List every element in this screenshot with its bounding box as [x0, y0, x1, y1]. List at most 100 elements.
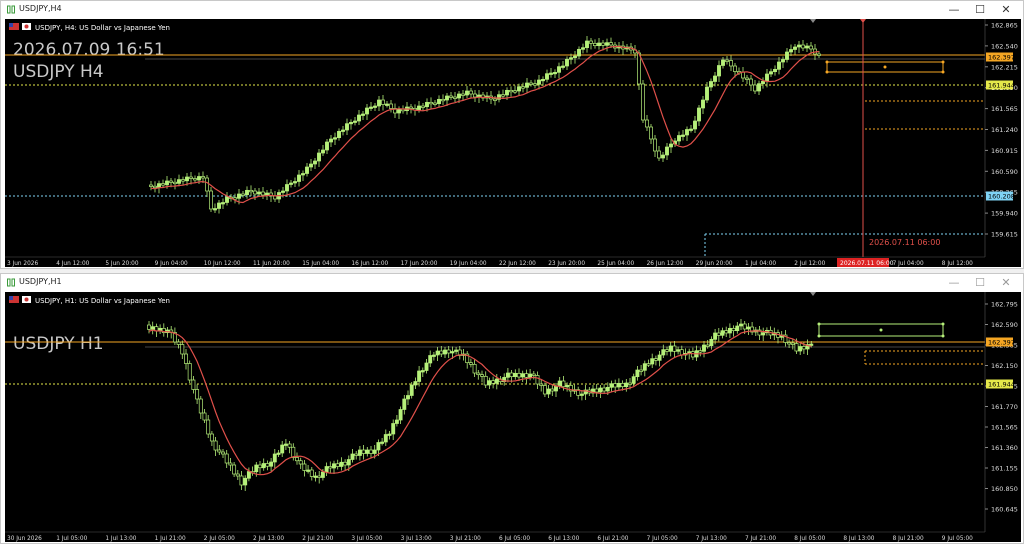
candle-body: [735, 325, 740, 332]
candle-body: [346, 459, 351, 466]
candle-body: [249, 189, 253, 193]
candle-body: [157, 183, 161, 188]
chart-shift-marker-icon[interactable]: [810, 292, 816, 296]
zone-handle[interactable]: [883, 65, 887, 69]
zone-handle[interactable]: [941, 322, 945, 326]
candle-body: [639, 369, 644, 372]
candle-body: [328, 466, 333, 469]
candle-body: [705, 86, 709, 101]
chart-canvas-h1[interactable]: USDJPY, H1: US Dollar vs Japanese Yen US…: [5, 292, 1021, 542]
candle-body: [753, 84, 757, 92]
candle-body: [446, 349, 451, 354]
symbol-flag-icon: [9, 296, 31, 303]
chart-window-h4[interactable]: USDJPY,H4 — ☐ ✕ USDJPY, H4: US Dollar vs…: [0, 0, 1024, 269]
candle-body: [561, 65, 565, 68]
zone-handle[interactable]: [941, 334, 945, 338]
candle-body: [637, 52, 641, 85]
price-axis-label: 160.915: [991, 147, 1018, 155]
symbol-flag-icon: [9, 23, 31, 30]
candle-body: [517, 86, 521, 92]
minimize-button[interactable]: —: [943, 276, 965, 290]
candle-body: [389, 103, 393, 109]
candle-body: [468, 362, 473, 365]
candle-body: [272, 453, 277, 463]
candle-body: [709, 81, 713, 88]
candle-body: [317, 475, 322, 478]
zone-handle[interactable]: [825, 60, 829, 64]
candle-body: [309, 469, 314, 477]
candle-body: [313, 475, 318, 478]
price-axis[interactable]: [985, 292, 1021, 542]
candle-body: [237, 193, 241, 199]
zone-handle[interactable]: [817, 322, 821, 326]
candle-body: [649, 126, 653, 140]
close-button[interactable]: ✕: [995, 276, 1017, 290]
candle-body: [557, 66, 561, 73]
candle-body: [221, 202, 225, 205]
candle-body: [668, 345, 673, 352]
chart-window-icon: [7, 5, 15, 14]
candle-body: [635, 369, 640, 378]
candle-body: [376, 442, 381, 451]
candle-body: [577, 48, 581, 57]
close-button[interactable]: ✕: [995, 3, 1017, 17]
price-chart-h1[interactable]: USDJPY, H1: US Dollar vs Japanese Yen US…: [5, 292, 1021, 542]
price-axis-label: 159.615: [991, 231, 1018, 239]
candle-body: [573, 55, 577, 59]
price-chart-h4[interactable]: USDJPY, H4: US Dollar vs Japanese Yen 20…: [5, 19, 1021, 267]
zone-handle[interactable]: [941, 70, 945, 74]
candle-body: [727, 327, 732, 334]
minimize-button[interactable]: —: [943, 3, 965, 17]
candle-body: [343, 461, 348, 466]
candle-body: [598, 387, 603, 393]
candle-body: [569, 57, 573, 60]
zone-handle[interactable]: [941, 60, 945, 64]
chart-window-h1[interactable]: USDJPY,H1 — ☐ ✕ USDJPY, H1: US Dollar vs…: [0, 273, 1024, 544]
candle-body: [380, 441, 385, 444]
time-axis-label: 26 Jun 12:00: [647, 261, 684, 267]
chart-canvas-h4[interactable]: USDJPY, H4: US Dollar vs Japanese Yen 20…: [5, 19, 1021, 267]
candle-body: [693, 120, 697, 130]
window-titlebar[interactable]: USDJPY,H4 — ☐ ✕: [1, 1, 1023, 19]
zone-handle[interactable]: [817, 334, 821, 338]
candle-body: [402, 398, 407, 410]
candle-body: [661, 154, 665, 159]
candle-body: [254, 464, 259, 473]
candle-body: [329, 138, 333, 143]
candle-body: [365, 449, 370, 454]
candle-body: [397, 108, 401, 114]
maximize-button[interactable]: ☐: [969, 276, 991, 290]
candle-body: [354, 453, 359, 456]
price-axis-label: 162.150: [991, 362, 1018, 370]
candle-body: [333, 137, 337, 140]
candle-body: [253, 190, 257, 195]
candle-body: [713, 332, 718, 340]
maximize-button[interactable]: ☐: [969, 3, 991, 17]
price-badge-text: 162.397: [988, 54, 1015, 62]
chart-shift-marker-icon[interactable]: [810, 19, 816, 23]
window-titlebar[interactable]: USDJPY,H1 — ☐ ✕: [1, 274, 1023, 292]
candle-body: [561, 380, 566, 388]
candle-body: [541, 78, 545, 82]
candle-body: [429, 101, 433, 105]
candle-body: [641, 83, 645, 121]
zone-handle[interactable]: [879, 328, 883, 332]
time-axis-label: 8 Jul 05:00: [794, 536, 825, 542]
candle-body: [505, 89, 509, 96]
candle-body: [709, 338, 714, 347]
candle-body: [513, 90, 517, 93]
candle-body: [232, 464, 237, 475]
candle-body: [472, 363, 477, 374]
price-axis-label: 161.565: [991, 105, 1018, 113]
time-axis-label: 25 Jun 04:00: [597, 261, 634, 267]
candle-body: [269, 461, 274, 467]
candle-body: [642, 363, 647, 371]
price-axis-label: 160.590: [991, 168, 1018, 176]
time-axis-label: 17 Jun 20:00: [401, 261, 438, 267]
candle-body: [805, 45, 809, 49]
price-axis-label: 162.540: [991, 42, 1018, 50]
candle-body: [521, 86, 525, 89]
candle-body: [276, 452, 281, 455]
zone-handle[interactable]: [825, 70, 829, 74]
candle-body: [665, 349, 669, 352]
